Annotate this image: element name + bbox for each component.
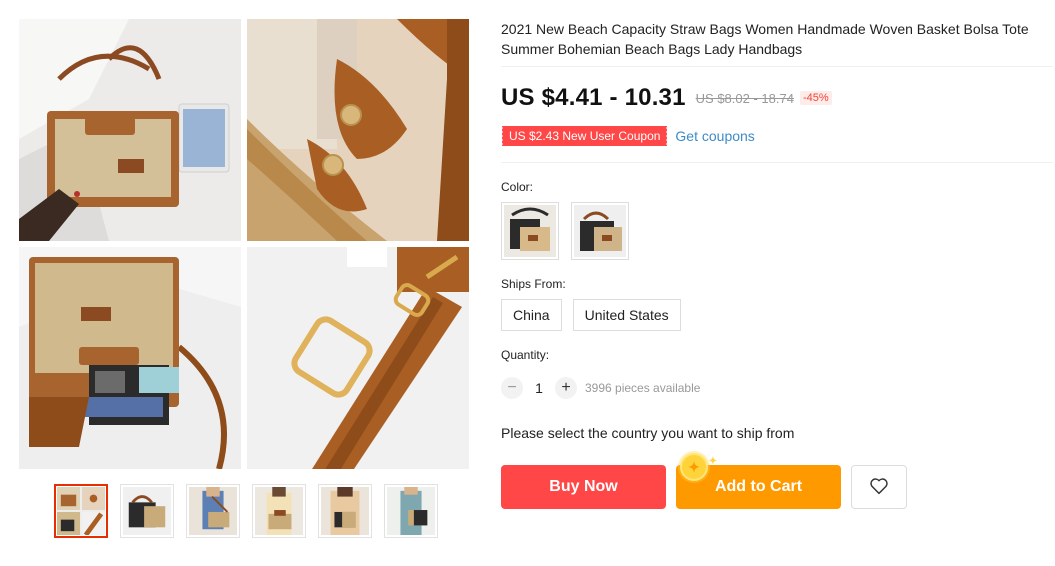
- thumbnail-3[interactable]: [186, 484, 240, 538]
- heart-icon: [869, 477, 889, 498]
- current-price: US $4.41 - 10.31: [501, 84, 686, 111]
- add-to-cart-button[interactable]: ✦ ✦ Add to Cart: [676, 453, 841, 509]
- quantity-input[interactable]: 1: [523, 380, 555, 396]
- product-title: 2021 New Beach Capacity Straw Bags Women…: [501, 21, 1029, 57]
- quantity-increase-button[interactable]: +: [555, 377, 577, 399]
- action-buttons: Buy Now ✦ ✦ Add to Cart: [501, 453, 907, 509]
- thumbnail-strip: [54, 484, 438, 538]
- thumbnail-2[interactable]: [120, 484, 174, 538]
- product-main-image[interactable]: [19, 19, 469, 469]
- quantity-decrease-button[interactable]: −: [501, 377, 523, 399]
- color-options: [501, 202, 629, 260]
- new-user-coupon-badge[interactable]: US $2.43 New User Coupon: [500, 126, 668, 146]
- quantity-label: Quantity:: [501, 348, 550, 362]
- quantity-stepper: − 1 + 3996 pieces available: [501, 377, 700, 399]
- original-price: US $8.02 - 18.74: [695, 90, 794, 106]
- ships-from-options: China United States: [501, 299, 681, 331]
- thumbnail-4[interactable]: [252, 484, 306, 538]
- ship-country-note: Please select the country you want to sh…: [501, 425, 795, 441]
- ships-from-china[interactable]: China: [501, 299, 562, 331]
- color-option-1[interactable]: [501, 202, 559, 260]
- image-tile-snap-closeup: [247, 19, 469, 241]
- image-tile-buckle-closeup: [247, 247, 469, 469]
- color-option-2[interactable]: [571, 202, 629, 260]
- add-to-cart-label: Add to Cart: [714, 478, 803, 495]
- thumbnail-5[interactable]: [318, 484, 372, 538]
- pieces-available: 3996 pieces available: [585, 381, 701, 395]
- coupon-row: US $2.43 New User Coupon Get coupons: [500, 126, 755, 146]
- sparkle-icon: ✦: [708, 456, 718, 467]
- thumbnail-1[interactable]: [54, 484, 108, 538]
- thumbnail-6[interactable]: [384, 484, 438, 538]
- color-label: Color:: [501, 180, 534, 194]
- discount-badge: -45%: [799, 91, 832, 105]
- image-tile-bag-with-tablet: [19, 19, 241, 241]
- image-tile-bag-contents: [19, 247, 241, 469]
- ships-from-label: Ships From:: [501, 277, 566, 291]
- get-coupons-link[interactable]: Get coupons: [675, 128, 754, 144]
- wishlist-button[interactable]: [851, 465, 907, 509]
- divider: [501, 66, 1053, 67]
- price-row: US $4.41 - 10.31 US $8.02 - 18.74 -45%: [501, 84, 832, 112]
- buy-now-button[interactable]: Buy Now: [501, 465, 666, 509]
- ships-from-united-states[interactable]: United States: [572, 299, 681, 331]
- divider: [501, 162, 1053, 163]
- coin-icon: ✦: [680, 453, 708, 481]
